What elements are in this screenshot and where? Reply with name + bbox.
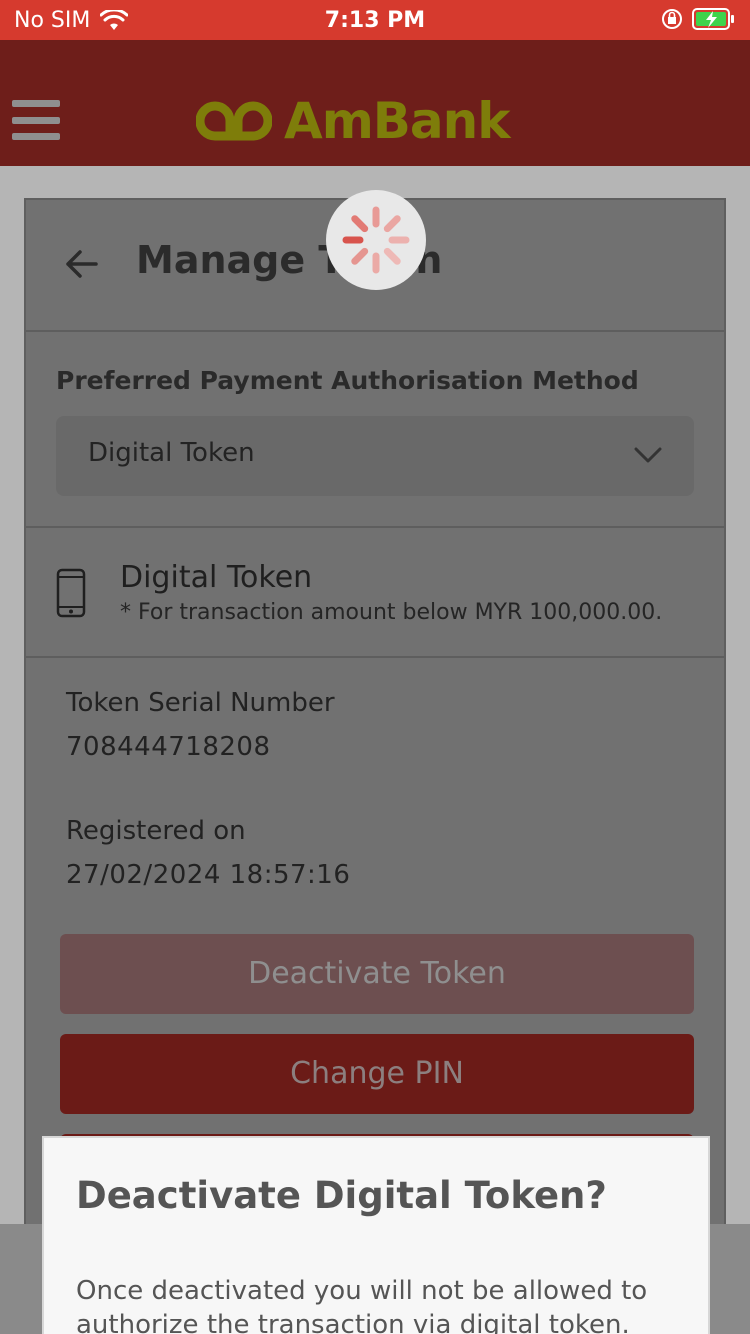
registered-on-label: Registered on xyxy=(66,816,246,846)
ambank-logo-mark-icon xyxy=(196,101,272,141)
menu-icon[interactable] xyxy=(12,100,60,140)
dialog-message: Once deactivated you will not be allowed… xyxy=(76,1276,648,1334)
change-pin-button[interactable]: Change PIN xyxy=(60,1034,694,1114)
deactivate-dialog: Deactivate Digital Token? Once deactivat… xyxy=(42,1136,710,1334)
payment-method-dropdown[interactable]: Digital Token xyxy=(56,416,694,496)
status-bar: No SIM 7:13 PM xyxy=(0,0,750,40)
back-arrow-icon[interactable] xyxy=(62,244,102,284)
digital-token-title: Digital Token xyxy=(120,560,313,595)
app-header: AmBank xyxy=(0,40,750,166)
loading-spinner xyxy=(326,190,426,290)
brand-name: AmBank xyxy=(284,92,510,150)
payment-method-section: Preferred Payment Authorisation Method D… xyxy=(26,332,724,528)
status-right-group xyxy=(660,7,736,31)
deactivate-token-button[interactable]: Deactivate Token xyxy=(60,934,694,1014)
registered-on-value: 27/02/2024 18:57:16 xyxy=(66,860,351,890)
battery-charging-icon xyxy=(692,8,734,30)
digital-token-note: * For transaction amount below MYR 100,0… xyxy=(120,600,663,625)
status-time: 7:13 PM xyxy=(324,8,426,33)
payment-method-label: Preferred Payment Authorisation Method xyxy=(56,366,639,395)
dialog-title: Deactivate Digital Token? xyxy=(76,1174,607,1217)
serial-number-value: 708444718208 xyxy=(66,732,271,762)
ambank-logo: AmBank xyxy=(196,92,510,150)
manage-token-card: Manage Token Preferred Payment Authorisa… xyxy=(24,198,726,1238)
rotation-lock-icon xyxy=(662,9,682,29)
digital-token-section: Digital Token * For transaction amount b… xyxy=(26,528,724,658)
spinner-icon xyxy=(342,206,410,274)
chevron-down-icon xyxy=(634,447,662,463)
mobile-phone-icon xyxy=(56,568,86,618)
serial-number-label: Token Serial Number xyxy=(66,688,335,718)
payment-method-value: Digital Token xyxy=(88,438,255,468)
